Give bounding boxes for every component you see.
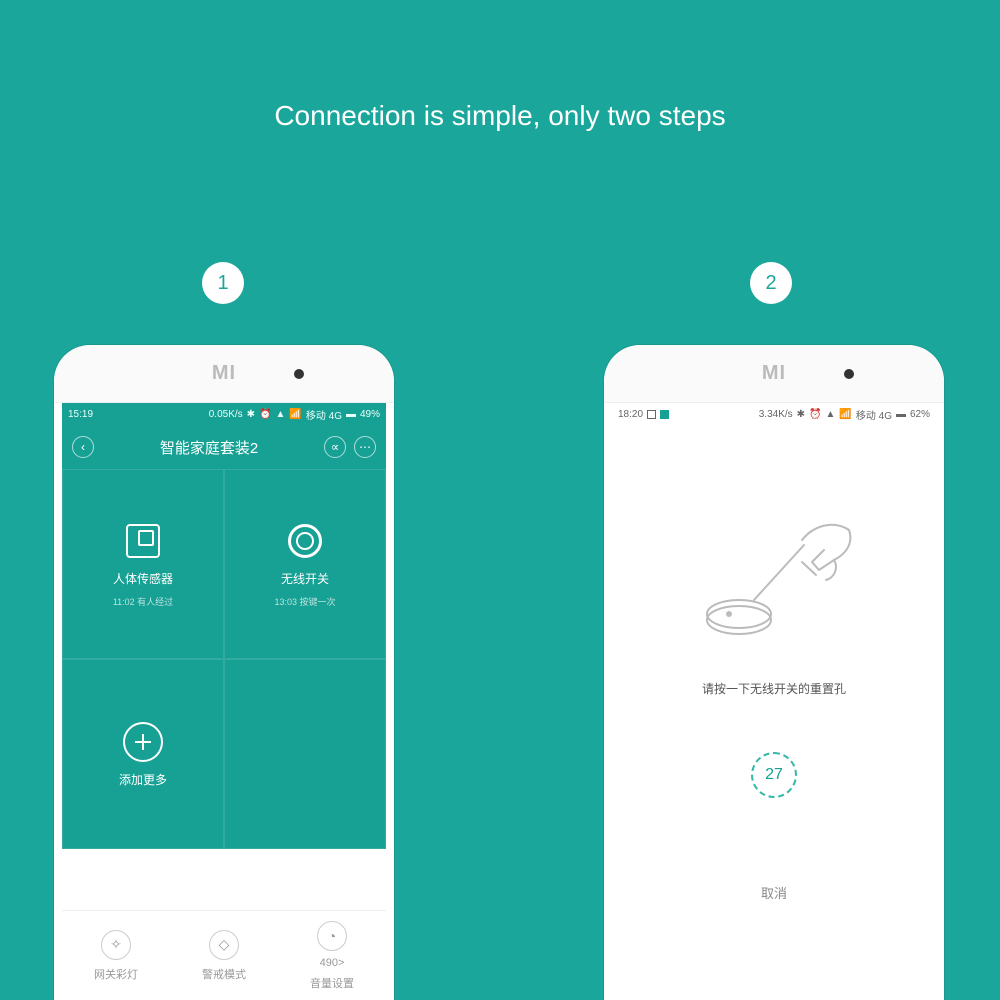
status-speed: 3.34K/s bbox=[759, 409, 793, 420]
nav-label: 网关彩灯 bbox=[94, 966, 138, 982]
tile-label: 添加更多 bbox=[119, 771, 167, 788]
reset-illustration bbox=[684, 500, 864, 650]
phone-mock-2: MI 18:20 3.34K/s ✱ ⏰ ▲ 📶 移动 4G ▬ 62% bbox=[604, 345, 944, 1000]
step-badge-2: 2 bbox=[750, 262, 792, 304]
wifi-icon: ▲ bbox=[826, 409, 836, 420]
status-battery: 62% bbox=[910, 409, 930, 420]
status-speed: 0.05K/s bbox=[209, 409, 243, 420]
battery-icon: ▬ bbox=[896, 409, 906, 420]
nav-volume[interactable]: ◔ 490> 音量设置 bbox=[278, 911, 386, 1000]
wifi-icon: ▲ bbox=[276, 409, 286, 420]
tile-label: 无线开关 bbox=[281, 570, 329, 587]
status-time: 18:20 bbox=[618, 409, 643, 420]
step-badge-1: 1 bbox=[202, 262, 244, 304]
signal-icon: 📶 bbox=[839, 409, 851, 420]
nav-alert-mode[interactable]: ◇ 警戒模式 bbox=[170, 911, 278, 1000]
more-button[interactable]: ⋯ bbox=[354, 436, 376, 458]
instruction-text: 请按一下无线开关的重置孔 bbox=[702, 680, 846, 697]
tile-empty bbox=[224, 659, 386, 849]
bell-icon: ◔ bbox=[317, 921, 347, 951]
app-indicator-icon bbox=[660, 410, 669, 419]
bluetooth-icon: ✱ bbox=[247, 409, 255, 420]
status-time: 15:19 bbox=[68, 409, 93, 420]
status-battery: 49% bbox=[360, 409, 380, 420]
phone-bezel: MI bbox=[604, 345, 944, 403]
phone-mock-1: MI 15:19 0.05K/s ✱ ⏰ ▲ 📶 移动 4G ▬ 49% ‹ 智… bbox=[54, 345, 394, 1000]
shield-icon: ◇ bbox=[209, 930, 239, 960]
alarm-icon: ⏰ bbox=[259, 409, 271, 420]
pairing-body: 请按一下无线开关的重置孔 27 取消 bbox=[612, 425, 936, 1000]
countdown-timer: 27 bbox=[751, 752, 797, 798]
tile-body-sensor[interactable]: 人体传感器 11:02 有人经过 bbox=[62, 469, 224, 659]
plus-icon bbox=[123, 722, 163, 762]
device-grid: 人体传感器 11:02 有人经过 无线开关 13:03 按键一次 添加更多 bbox=[62, 469, 386, 849]
sensor-icon bbox=[126, 524, 160, 558]
status-bar: 18:20 3.34K/s ✱ ⏰ ▲ 📶 移动 4G ▬ 62% bbox=[612, 403, 936, 425]
app-header: ‹ 智能家庭套装2 ∝ ⋯ bbox=[62, 425, 386, 469]
tile-sub: 13:03 按键一次 bbox=[274, 595, 335, 608]
front-camera bbox=[844, 369, 854, 379]
share-button[interactable]: ∝ bbox=[324, 436, 346, 458]
bluetooth-icon: ✱ bbox=[797, 409, 805, 420]
tile-wireless-switch[interactable]: 无线开关 13:03 按键一次 bbox=[224, 469, 386, 659]
nav-gateway-light[interactable]: ✧ 网关彩灯 bbox=[62, 911, 170, 1000]
back-button[interactable]: ‹ bbox=[72, 436, 94, 458]
tile-label: 人体传感器 bbox=[113, 570, 173, 587]
status-net: 移动 4G bbox=[856, 407, 892, 422]
mi-logo: MI bbox=[212, 362, 236, 385]
lightbulb-icon: ✧ bbox=[101, 930, 131, 960]
status-bar: 15:19 0.05K/s ✱ ⏰ ▲ 📶 移动 4G ▬ 49% bbox=[62, 403, 386, 425]
nav-label: 警戒模式 bbox=[202, 966, 246, 982]
screen-1: 15:19 0.05K/s ✱ ⏰ ▲ 📶 移动 4G ▬ 49% ‹ 智能家庭… bbox=[62, 403, 386, 1000]
front-camera bbox=[294, 369, 304, 379]
app-title: 智能家庭套装2 bbox=[160, 437, 258, 458]
battery-icon: ▬ bbox=[346, 409, 356, 420]
screen-2: 18:20 3.34K/s ✱ ⏰ ▲ 📶 移动 4G ▬ 62% bbox=[612, 403, 936, 1000]
nav-label: 音量设置 bbox=[310, 975, 354, 991]
phone-bezel: MI bbox=[54, 345, 394, 403]
tile-sub: 11:02 有人经过 bbox=[113, 595, 173, 608]
status-net: 移动 4G bbox=[306, 407, 342, 422]
tile-add-more[interactable]: 添加更多 bbox=[62, 659, 224, 849]
alarm-icon: ⏰ bbox=[809, 409, 821, 420]
switch-icon bbox=[288, 524, 322, 558]
cancel-button[interactable]: 取消 bbox=[761, 883, 787, 902]
signal-icon: 📶 bbox=[289, 409, 301, 420]
bottom-nav: ✧ 网关彩灯 ◇ 警戒模式 ◔ 490> 音量设置 bbox=[62, 910, 386, 1000]
mi-logo: MI bbox=[762, 362, 786, 385]
page-headline: Connection is simple, only two steps bbox=[0, 100, 1000, 132]
app-indicator-icon bbox=[647, 410, 656, 419]
